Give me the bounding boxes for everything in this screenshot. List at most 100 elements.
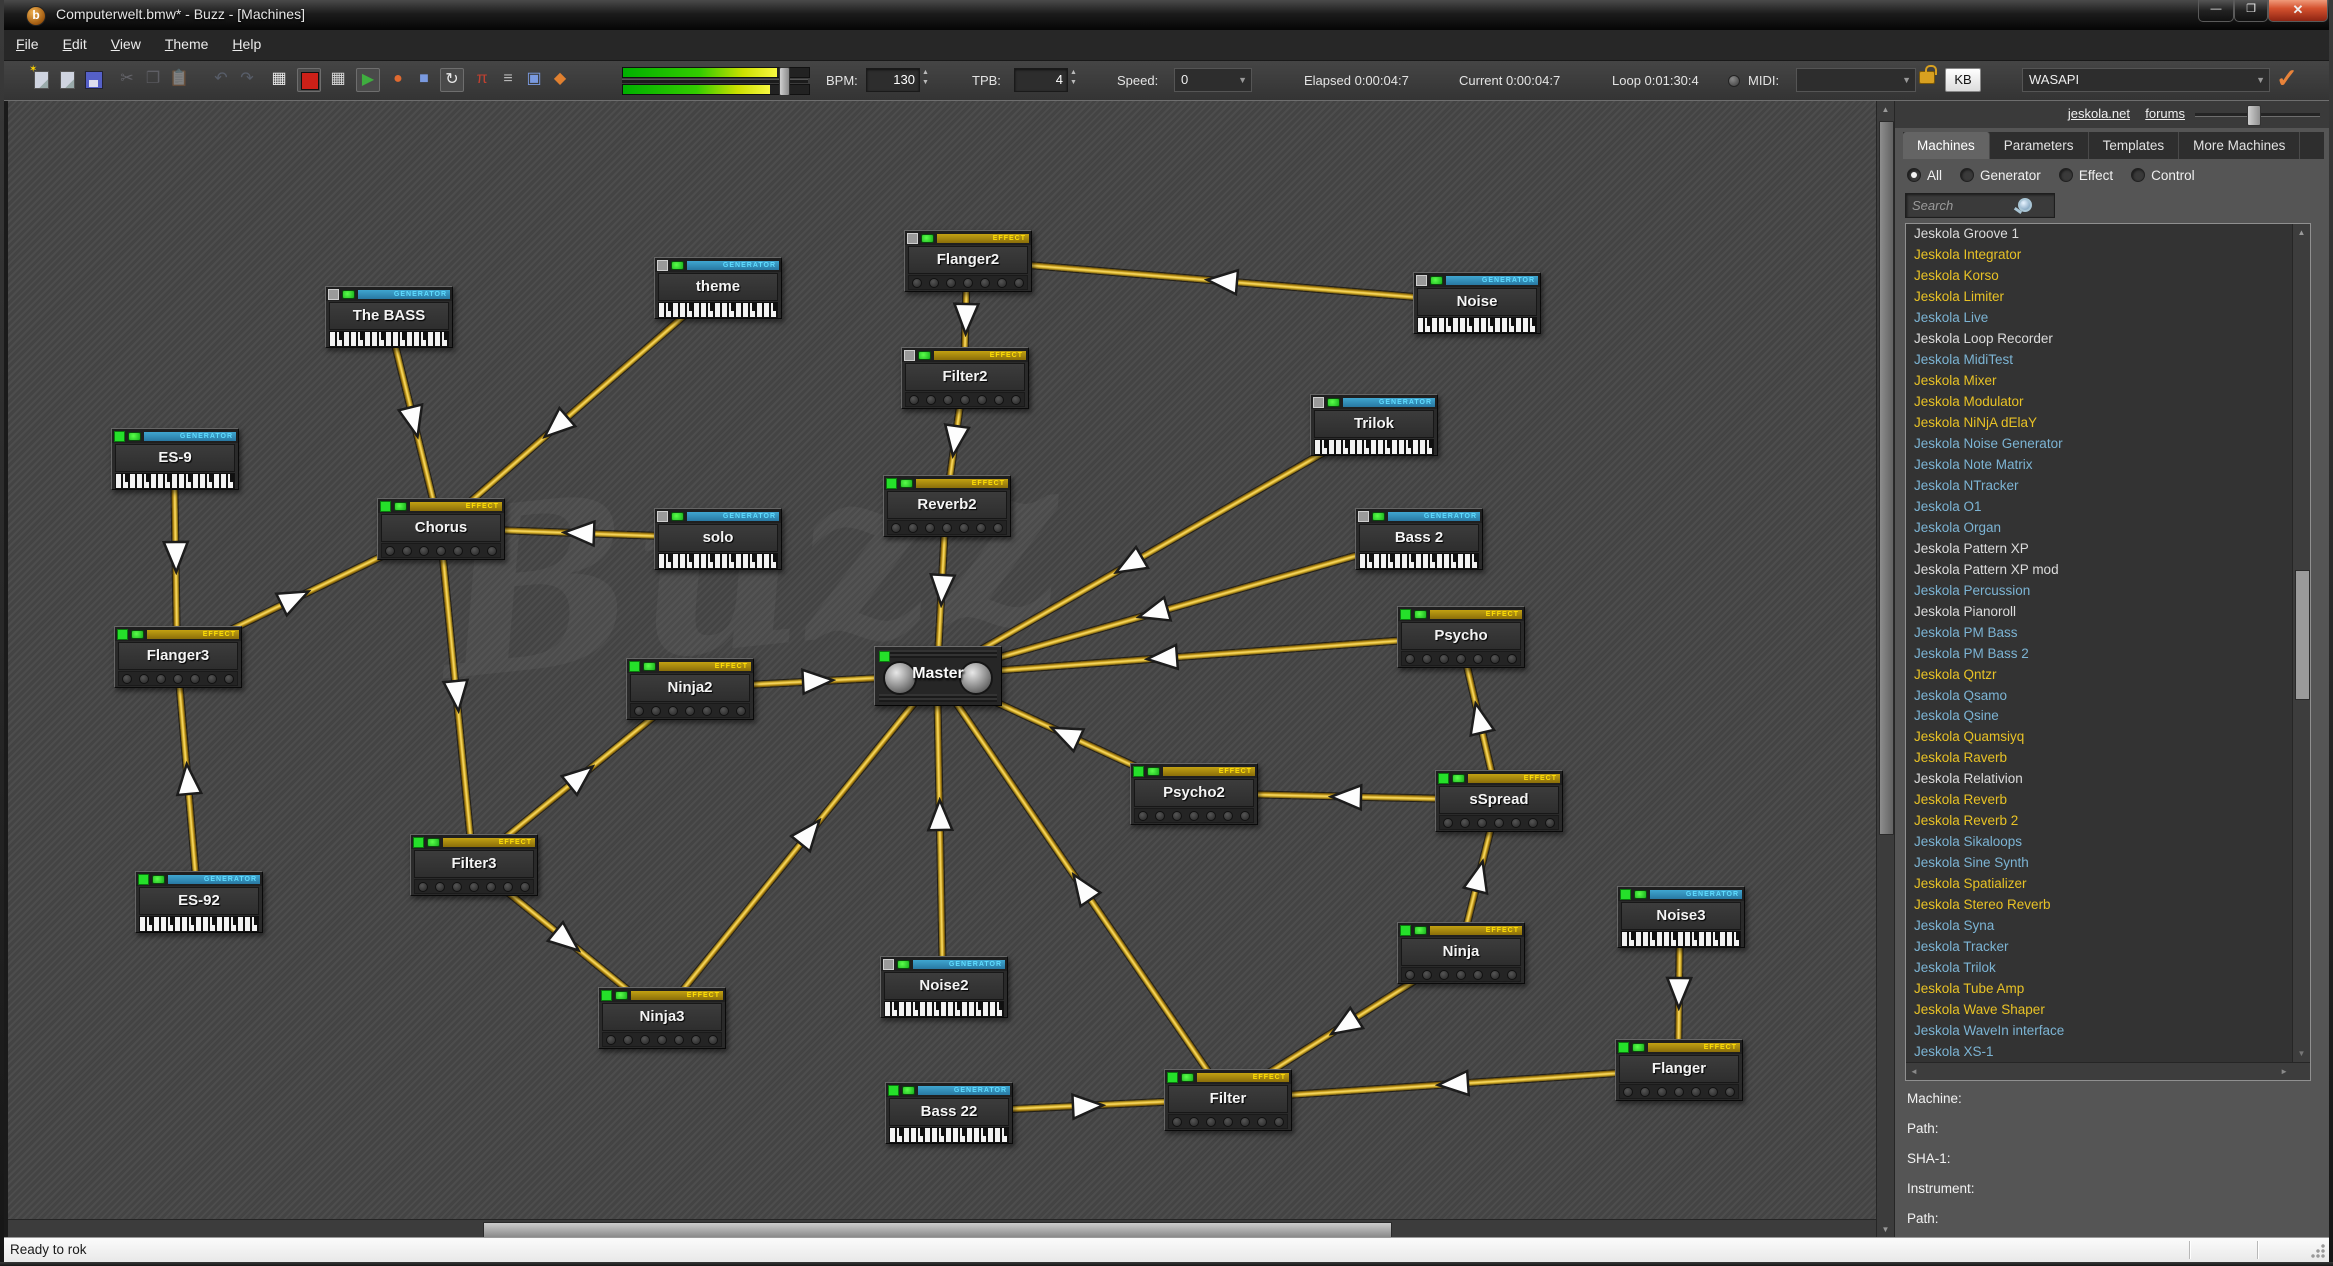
machine-node-trilok[interactable]: GENERATORTrilok	[1310, 394, 1438, 456]
scroll-left-icon[interactable]: ◄	[1910, 1067, 1918, 1076]
machine-node-theme[interactable]: GENERATORtheme	[654, 257, 782, 319]
pattern-editor-icon[interactable]: ▦	[268, 68, 290, 90]
scroll-up-icon[interactable]: ▲	[2293, 228, 2310, 237]
scroll-right-icon[interactable]: ►	[2280, 1067, 2288, 1076]
machine-node-es92[interactable]: GENERATORES-92	[135, 871, 263, 933]
menu-item-edit[interactable]: Edit	[51, 30, 99, 52]
flow-arrow-noise3-to-flanger[interactable]	[1665, 974, 1693, 1010]
scrollbar-thumb[interactable]	[483, 1222, 1392, 1238]
mute-toggle[interactable]	[328, 289, 339, 300]
bpm-spinner[interactable]: ▲▼	[919, 68, 932, 90]
info-view-icon[interactable]: ▣	[523, 68, 545, 90]
mute-toggle[interactable]	[657, 511, 668, 522]
search-icon[interactable]	[2018, 198, 2032, 212]
scroll-down-icon[interactable]: ▼	[1877, 1225, 1894, 1234]
mute-toggle[interactable]	[1167, 1072, 1178, 1083]
mute-toggle[interactable]	[883, 959, 894, 970]
machine-list-item[interactable]: Jeskola Percussion	[1906, 580, 2310, 601]
mute-toggle[interactable]	[114, 431, 125, 442]
mute-toggle[interactable]	[1313, 397, 1324, 408]
redo-icon[interactable]: ↷	[236, 68, 258, 90]
mute-toggle[interactable]	[1620, 889, 1631, 900]
canvas-vertical-scrollbar[interactable]: ▲ ▼	[1876, 101, 1894, 1238]
stop-icon[interactable]: ■	[413, 68, 435, 90]
machine-list-item[interactable]: Jeskola Reverb	[1906, 790, 2310, 811]
machine-node-bass22[interactable]: GENERATORBass 22	[885, 1082, 1013, 1144]
machine-list-item[interactable]: Jeskola Reverb 2	[1906, 811, 2310, 832]
menu-item-help[interactable]: Help	[220, 30, 273, 52]
mute-toggle[interactable]	[117, 629, 128, 640]
machine-list-item[interactable]: Jeskola Live	[1906, 308, 2310, 329]
mute-toggle[interactable]	[657, 260, 668, 271]
restore-button[interactable]: ❐	[2234, 0, 2268, 22]
jeskola-net-link[interactable]: jeskola.net	[2068, 106, 2130, 121]
machine-list-item[interactable]: Jeskola NTracker	[1906, 476, 2310, 497]
machine-node-bass2[interactable]: GENERATORBass 2	[1355, 508, 1483, 570]
machine-list-item[interactable]: Jeskola Korso	[1906, 266, 2310, 287]
machine-list-item[interactable]: Jeskola Spatializer	[1906, 874, 2310, 895]
machine-list-item[interactable]: Jeskola Qsine	[1906, 706, 2310, 727]
machine-list-item[interactable]: Jeskola Stereo Reverb	[1906, 895, 2310, 916]
machine-node-psycho[interactable]: EFFECTPsycho	[1397, 606, 1525, 668]
minimize-button[interactable]: —	[2198, 0, 2234, 22]
mute-toggle[interactable]	[1438, 773, 1449, 784]
mute-toggle[interactable]	[601, 990, 612, 1001]
machine-list-item[interactable]: Jeskola Pattern XP mod	[1906, 560, 2310, 581]
flow-arrow-solo-to-chorus[interactable]	[560, 518, 597, 547]
flow-arrow-filter2-to-reverb2[interactable]	[939, 421, 972, 461]
machine-node-solo[interactable]: GENERATORsolo	[654, 508, 782, 570]
machine-node-filter[interactable]: EFFECTFilter	[1164, 1069, 1292, 1131]
machine-node-filter2[interactable]: EFFECTFilter2	[901, 347, 1029, 409]
flow-arrow-reverb2-to-master[interactable]	[927, 571, 957, 608]
mute-toggle[interactable]	[1400, 609, 1411, 620]
machine-node-noise[interactable]: GENERATORNoise	[1413, 272, 1541, 334]
flow-arrow-sspread-to-psycho2[interactable]	[1327, 782, 1364, 811]
tab-machines[interactable]: Machines	[1903, 132, 1990, 159]
machine-list-item[interactable]: Jeskola Integrator	[1906, 245, 2310, 266]
flow-arrow-noise-to-flanger2[interactable]	[1202, 266, 1240, 297]
flow-arrow-psycho-to-master[interactable]	[1143, 643, 1181, 674]
filter-radio-generator[interactable]: Generator	[1960, 168, 2041, 183]
flow-arrow-es9-to-flanger3[interactable]	[161, 539, 190, 575]
machine-list-item[interactable]: Jeskola PM Bass 2	[1906, 643, 2310, 664]
machine-list-item[interactable]: Jeskola Loop Recorder	[1906, 329, 2310, 350]
open-file-icon[interactable]	[56, 68, 78, 90]
play-icon[interactable]: ▶	[356, 68, 380, 92]
flow-arrow-noise2-to-master[interactable]	[925, 797, 954, 834]
midi-dropdown[interactable]: ▼	[1796, 68, 1916, 92]
sequence-editor-icon[interactable]: ▦	[327, 68, 349, 90]
machine-list-item[interactable]: Jeskola Groove 1	[1906, 224, 2310, 245]
mute-toggle[interactable]	[888, 1085, 899, 1096]
mute-toggle[interactable]	[1400, 925, 1411, 936]
machine-list[interactable]: Jeskola Groove 1Jeskola IntegratorJeskol…	[1905, 223, 2311, 1081]
flow-arrow-flanger-to-filter[interactable]	[1434, 1069, 1472, 1099]
machine-list-item[interactable]: Jeskola Tracker	[1906, 937, 2310, 958]
filter-radio-all[interactable]: All	[1907, 168, 1942, 183]
machine-list-item[interactable]: Jeskola Trilok	[1906, 958, 2310, 979]
cut-icon[interactable]: ✂	[116, 68, 138, 90]
volume-slider-thumb[interactable]	[779, 67, 790, 96]
machine-list-item[interactable]: Jeskola Organ	[1906, 518, 2310, 539]
machine-list-item[interactable]: Jeskola Modulator	[1906, 392, 2310, 413]
scrollbar-thumb[interactable]	[2295, 570, 2310, 700]
machine-node-sspread[interactable]: EFFECTsSpread	[1435, 770, 1563, 832]
panel-splitter-thumb[interactable]	[2247, 105, 2261, 126]
new-file-icon[interactable]: ✶	[30, 68, 52, 90]
filter-radio-control[interactable]: Control	[2131, 168, 2195, 183]
mute-toggle[interactable]	[413, 837, 424, 848]
machine-node-chorus[interactable]: EFFECTChorus	[377, 498, 505, 560]
mute-toggle[interactable]	[886, 478, 897, 489]
midi-keyboard-icon[interactable]: π	[471, 68, 493, 90]
machine-node-filter3[interactable]: EFFECTFilter3	[410, 834, 538, 896]
machine-node-noise3[interactable]: GENERATORNoise3	[1617, 886, 1745, 948]
machine-list-item[interactable]: Jeskola WaveIn interface	[1906, 1021, 2310, 1042]
machine-list-item[interactable]: Jeskola Sine Synth	[1906, 853, 2310, 874]
paste-icon[interactable]: 📋	[168, 68, 190, 90]
filter-radio-effect[interactable]: Effect	[2059, 168, 2113, 183]
loop-icon[interactable]: ↻	[440, 68, 464, 92]
bpm-field[interactable]: 130	[866, 68, 920, 92]
tpb-spinner[interactable]: ▲▼	[1067, 68, 1080, 90]
scrollbar-thumb[interactable]	[1879, 121, 1894, 835]
machine-node-flanger2[interactable]: EFFECTFlanger2	[904, 230, 1032, 292]
machine-view-icon[interactable]	[297, 68, 321, 92]
